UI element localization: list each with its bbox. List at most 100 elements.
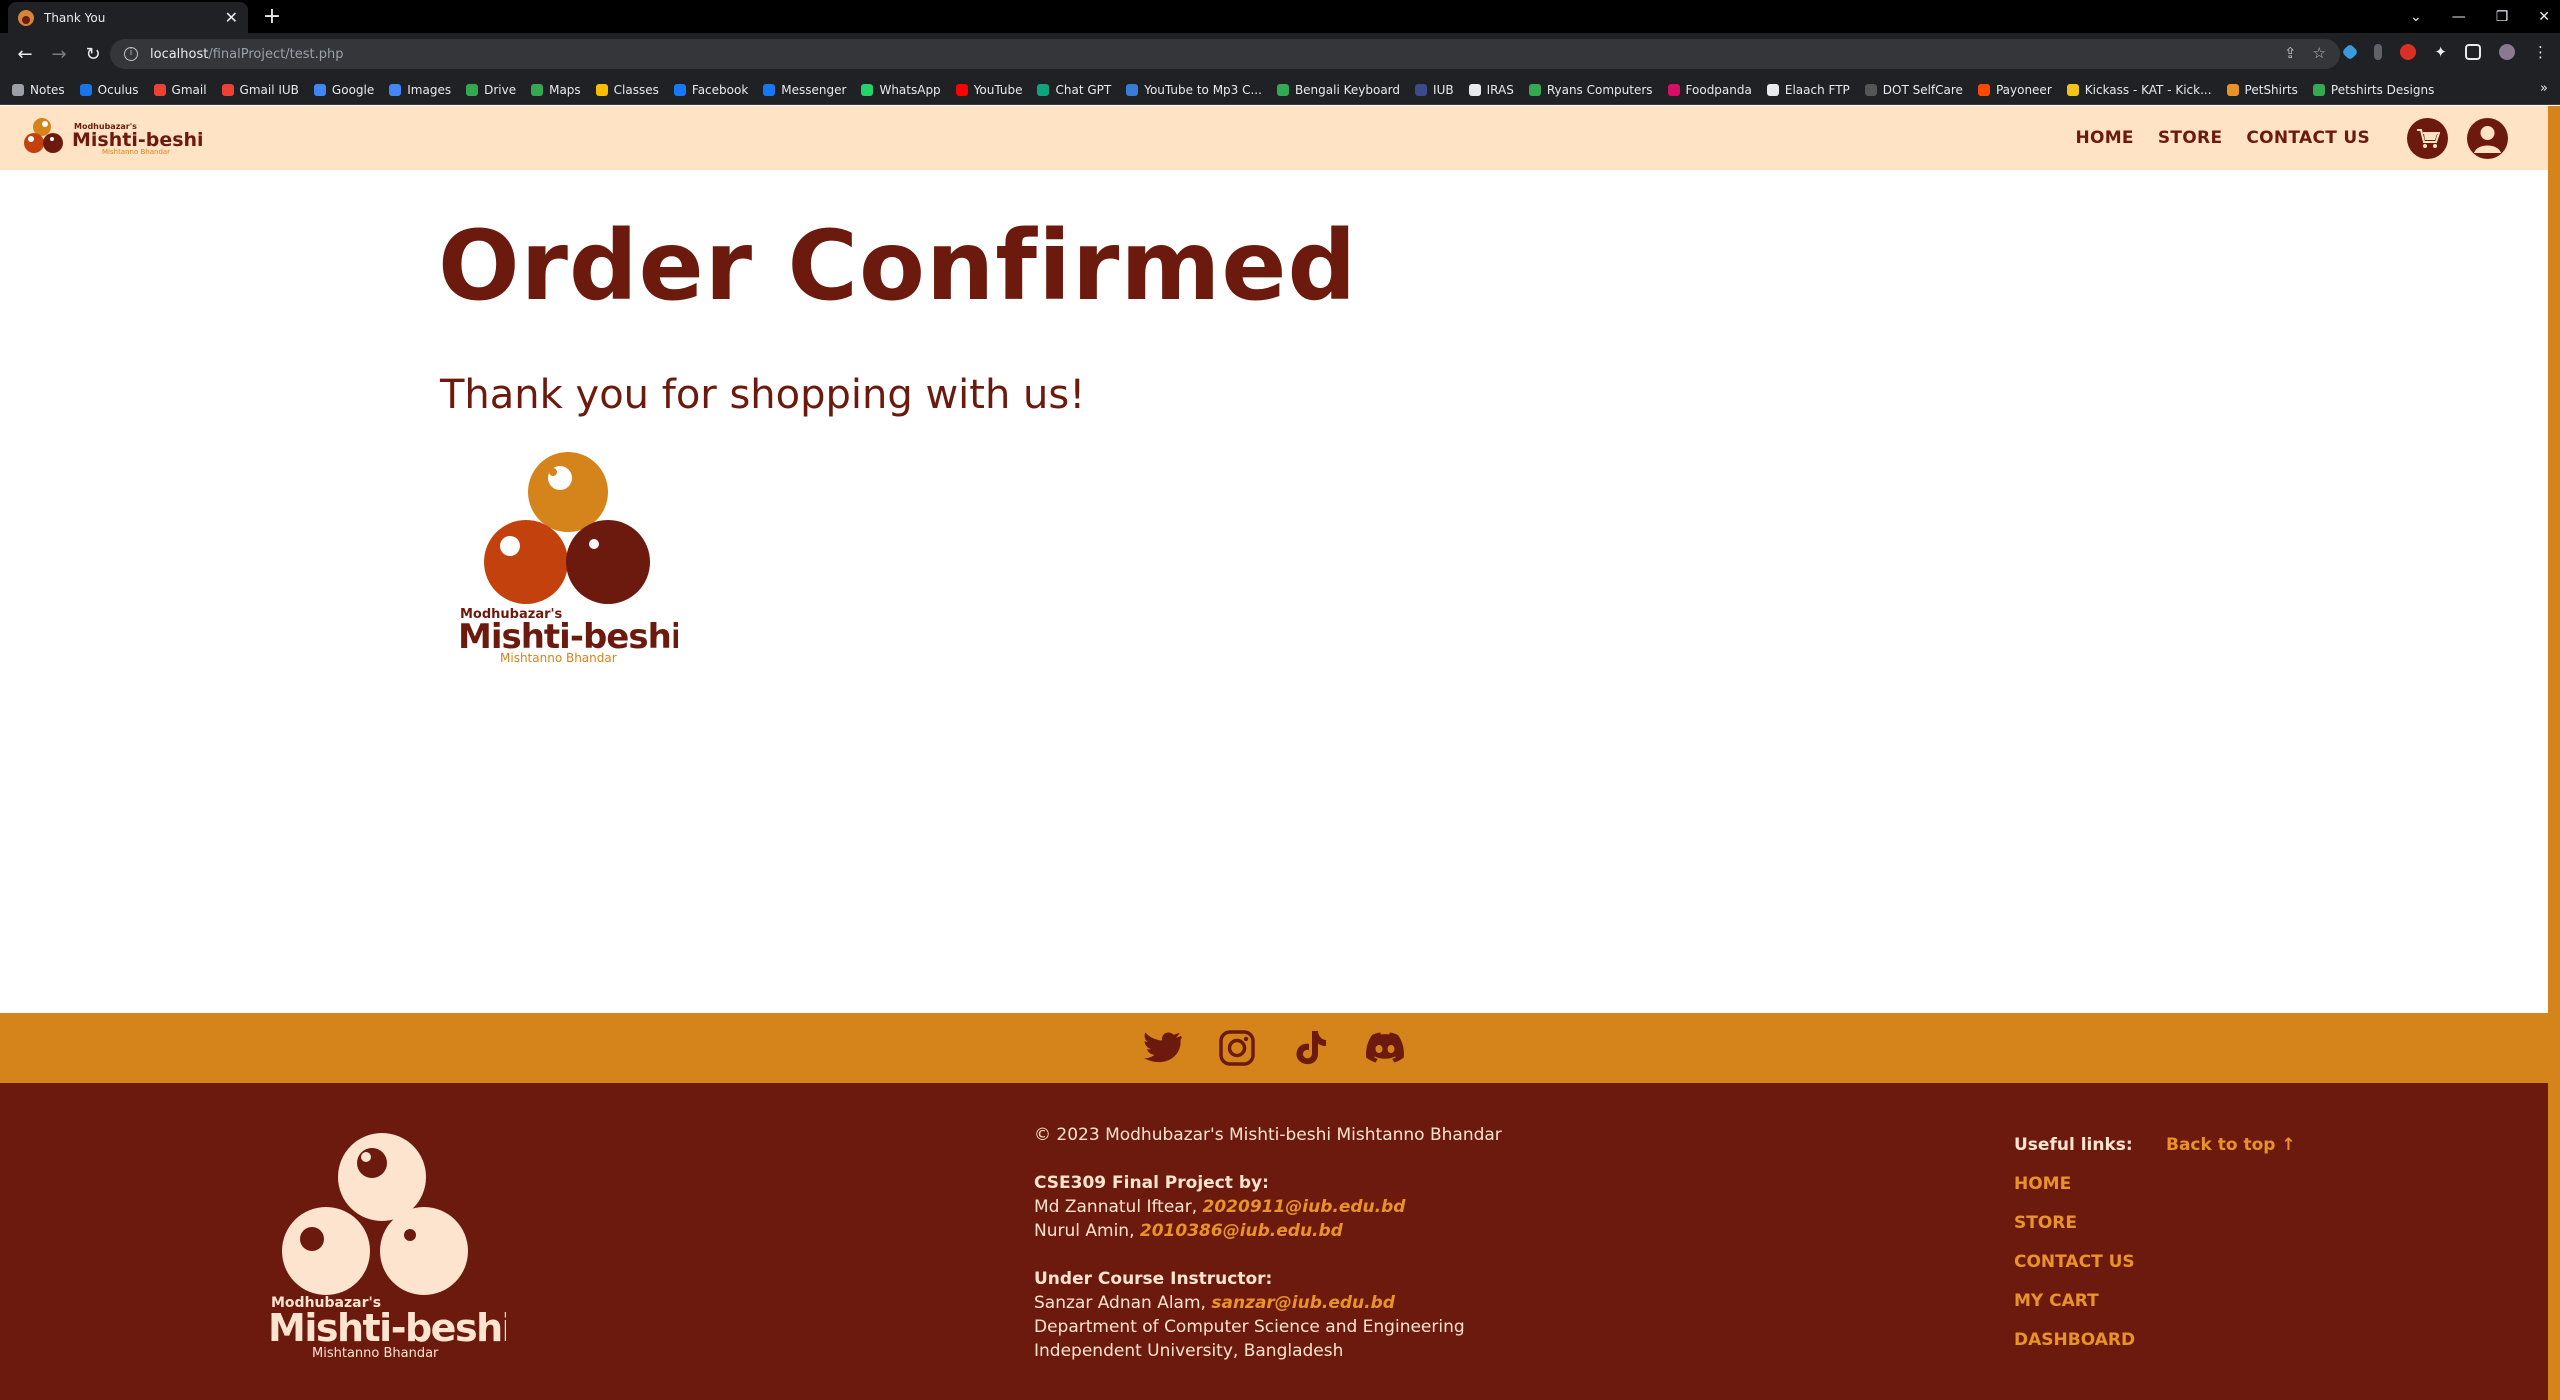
bookmark-item[interactable]: Petshirts Designs bbox=[2312, 82, 2435, 97]
bookmark-favicon-icon bbox=[313, 83, 326, 96]
footer-store-link[interactable]: STORE bbox=[2014, 1212, 2135, 1234]
instagram-link[interactable] bbox=[1217, 1028, 1257, 1068]
bookmark-favicon-icon bbox=[389, 83, 402, 96]
bookmark-label: Google bbox=[331, 82, 375, 97]
main-content: Order Confirmed Thank you for shopping w… bbox=[0, 170, 2548, 1013]
logo-sub-text: Mishtanno Bhandar bbox=[312, 1346, 439, 1361]
bookmark-item[interactable]: Foodpanda bbox=[1667, 83, 1752, 97]
back-to-top-link[interactable]: Back to top ↑ bbox=[2166, 1135, 2296, 1155]
bookmark-favicon-icon bbox=[595, 83, 608, 96]
bookmark-item[interactable]: Chat GPT bbox=[1037, 83, 1111, 97]
new-tab-button[interactable]: + bbox=[258, 4, 286, 32]
bookmark-favicon-icon bbox=[1415, 83, 1428, 96]
bookmark-star-icon[interactable]: ☆ bbox=[2313, 44, 2326, 62]
minimize-button[interactable]: — bbox=[2452, 9, 2466, 25]
bookmark-favicon-icon bbox=[12, 83, 24, 96]
bookmark-label: Notes bbox=[30, 82, 65, 97]
cart-button[interactable] bbox=[2407, 118, 2448, 159]
close-window-button[interactable]: ✕ bbox=[2538, 9, 2550, 25]
bookmark-item[interactable]: Oculus bbox=[79, 83, 139, 97]
instructor-email-link[interactable]: sanzar@iub.edu.bd bbox=[1211, 1293, 1395, 1313]
footer-home-link[interactable]: HOME bbox=[2014, 1173, 2135, 1195]
restore-button[interactable]: ❐ bbox=[2496, 9, 2509, 25]
forward-button[interactable]: → bbox=[44, 44, 74, 65]
extension-icon[interactable] bbox=[2341, 43, 2359, 61]
author-email-link[interactable]: 2020911@iub.edu.bd bbox=[1203, 1197, 1406, 1217]
bookmark-item[interactable]: Gmail bbox=[153, 83, 207, 97]
author-email-link[interactable]: 2010386@iub.edu.bd bbox=[1140, 1221, 1343, 1241]
extensions-area: ✦ ⋮ bbox=[2341, 43, 2548, 61]
logo-main-text: Mishti-beshi bbox=[268, 1306, 506, 1350]
tab-search-icon[interactable]: ⌄ bbox=[2410, 9, 2422, 25]
tiktok-link[interactable] bbox=[1291, 1028, 1331, 1068]
bookmark-favicon-icon bbox=[1528, 83, 1541, 96]
bookmark-item[interactable]: Drive bbox=[466, 83, 516, 97]
bookmark-item[interactable]: YouTube bbox=[955, 82, 1023, 97]
bookmark-item[interactable]: WhatsApp bbox=[861, 82, 941, 97]
bookmark-item[interactable]: Facebook bbox=[673, 82, 749, 97]
bookmark-label: IRAS bbox=[1486, 82, 1514, 97]
instructor-heading: Under Course Instructor: bbox=[1034, 1269, 1273, 1289]
bookmark-label: Messenger bbox=[781, 82, 847, 97]
nav-store-link[interactable]: STORE bbox=[2158, 128, 2223, 148]
side-panel-icon[interactable] bbox=[2465, 44, 2481, 60]
bookmark-label: Ryans Computers bbox=[1546, 82, 1653, 97]
twitter-link[interactable] bbox=[1143, 1028, 1183, 1068]
bookmark-label: Facebook bbox=[691, 82, 749, 97]
extension-icon[interactable] bbox=[2400, 44, 2417, 60]
bookmark-item[interactable]: YouTube to Mp3 C... bbox=[1126, 83, 1262, 97]
bookmark-favicon-icon bbox=[763, 83, 776, 96]
bookmarks-overflow-icon[interactable]: » bbox=[2540, 81, 2548, 96]
bookmark-label: YouTube bbox=[973, 82, 1023, 97]
puzzle-icon[interactable]: ✦ bbox=[2434, 43, 2447, 61]
discord-link[interactable] bbox=[1365, 1028, 1405, 1068]
bookmark-favicon-icon bbox=[1276, 83, 1289, 96]
author-name: Md Zannatul Iftear, bbox=[1034, 1197, 1198, 1217]
bookmark-item[interactable]: DOT SelfCare bbox=[1864, 83, 1963, 97]
author-name: Nurul Amin, bbox=[1034, 1221, 1135, 1241]
bookmark-label: Petshirts Designs bbox=[2330, 82, 2435, 97]
bookmark-item[interactable]: Maps bbox=[531, 83, 581, 97]
reload-button[interactable]: ↻ bbox=[78, 44, 108, 65]
bookmark-label: WhatsApp bbox=[879, 82, 941, 97]
nav-contact-link[interactable]: CONTACT US bbox=[2246, 128, 2370, 148]
bookmark-item[interactable]: Elaach FTP bbox=[1766, 83, 1850, 97]
bookmark-item[interactable]: Google bbox=[313, 82, 375, 97]
menu-dots-icon[interactable]: ⋮ bbox=[2533, 43, 2548, 61]
share-icon[interactable]: ⇪ bbox=[2284, 44, 2297, 62]
bookmark-label: YouTube to Mp3 C... bbox=[1144, 82, 1262, 97]
site-info-icon[interactable]: i bbox=[124, 47, 138, 61]
bookmark-item[interactable]: Classes bbox=[595, 83, 659, 97]
footer-cart-link[interactable]: MY CART bbox=[2014, 1290, 2135, 1312]
bookmark-item[interactable]: Gmail IUB bbox=[221, 82, 299, 97]
brand-logo[interactable]: Modhubazar's Mishti-beshi Mishtanno Bhan… bbox=[22, 113, 217, 161]
browser-tabbar: Thank You ✕ + ⌄ — ❐ ✕ bbox=[0, 0, 2560, 33]
address-bar[interactable]: i localhost/finalProject/test.php ⇪ ☆ bbox=[110, 39, 2340, 69]
bookmark-item[interactable]: Bengali Keyboard bbox=[1276, 83, 1400, 97]
instructor-name: Sanzar Adnan Alam, bbox=[1034, 1293, 1206, 1313]
footer-dashboard-link[interactable]: DASHBOARD bbox=[2014, 1329, 2135, 1351]
back-button[interactable]: ← bbox=[10, 44, 40, 65]
footer-brand-logo: Modhubazar's Mishti-beshi Mishtanno Bhan… bbox=[268, 1133, 506, 1361]
nav-home-link[interactable]: HOME bbox=[2075, 128, 2133, 148]
bookmark-label: Payoneer bbox=[1995, 82, 2052, 97]
bookmark-label: Gmail IUB bbox=[239, 82, 299, 97]
profile-avatar-icon[interactable] bbox=[2499, 44, 2515, 60]
tab-close-icon[interactable]: ✕ bbox=[225, 8, 238, 27]
bookmark-item[interactable]: Ryans Computers bbox=[1528, 82, 1653, 97]
browser-tab[interactable]: Thank You ✕ bbox=[8, 2, 248, 33]
bookmark-item[interactable]: PetShirts bbox=[2226, 83, 2298, 97]
bookmark-item[interactable]: Notes bbox=[12, 83, 65, 97]
bookmark-item[interactable]: Images bbox=[389, 83, 451, 97]
social-links-bar bbox=[0, 1013, 2548, 1083]
bookmark-item[interactable]: Kickass - KAT - Kick... bbox=[2066, 83, 2212, 97]
bookmark-favicon-icon bbox=[153, 83, 166, 96]
bookmark-item[interactable]: Payoneer bbox=[1977, 82, 2052, 97]
extension-icon[interactable] bbox=[2374, 44, 2383, 60]
bookmark-item[interactable]: IRAS bbox=[1468, 82, 1514, 97]
bookmark-item[interactable]: IUB bbox=[1415, 83, 1454, 97]
footer-contact-link[interactable]: CONTACT US bbox=[2014, 1251, 2135, 1273]
user-account-button[interactable] bbox=[2467, 118, 2508, 159]
cart-icon bbox=[2416, 128, 2440, 148]
bookmark-item[interactable]: Messenger bbox=[763, 83, 846, 97]
